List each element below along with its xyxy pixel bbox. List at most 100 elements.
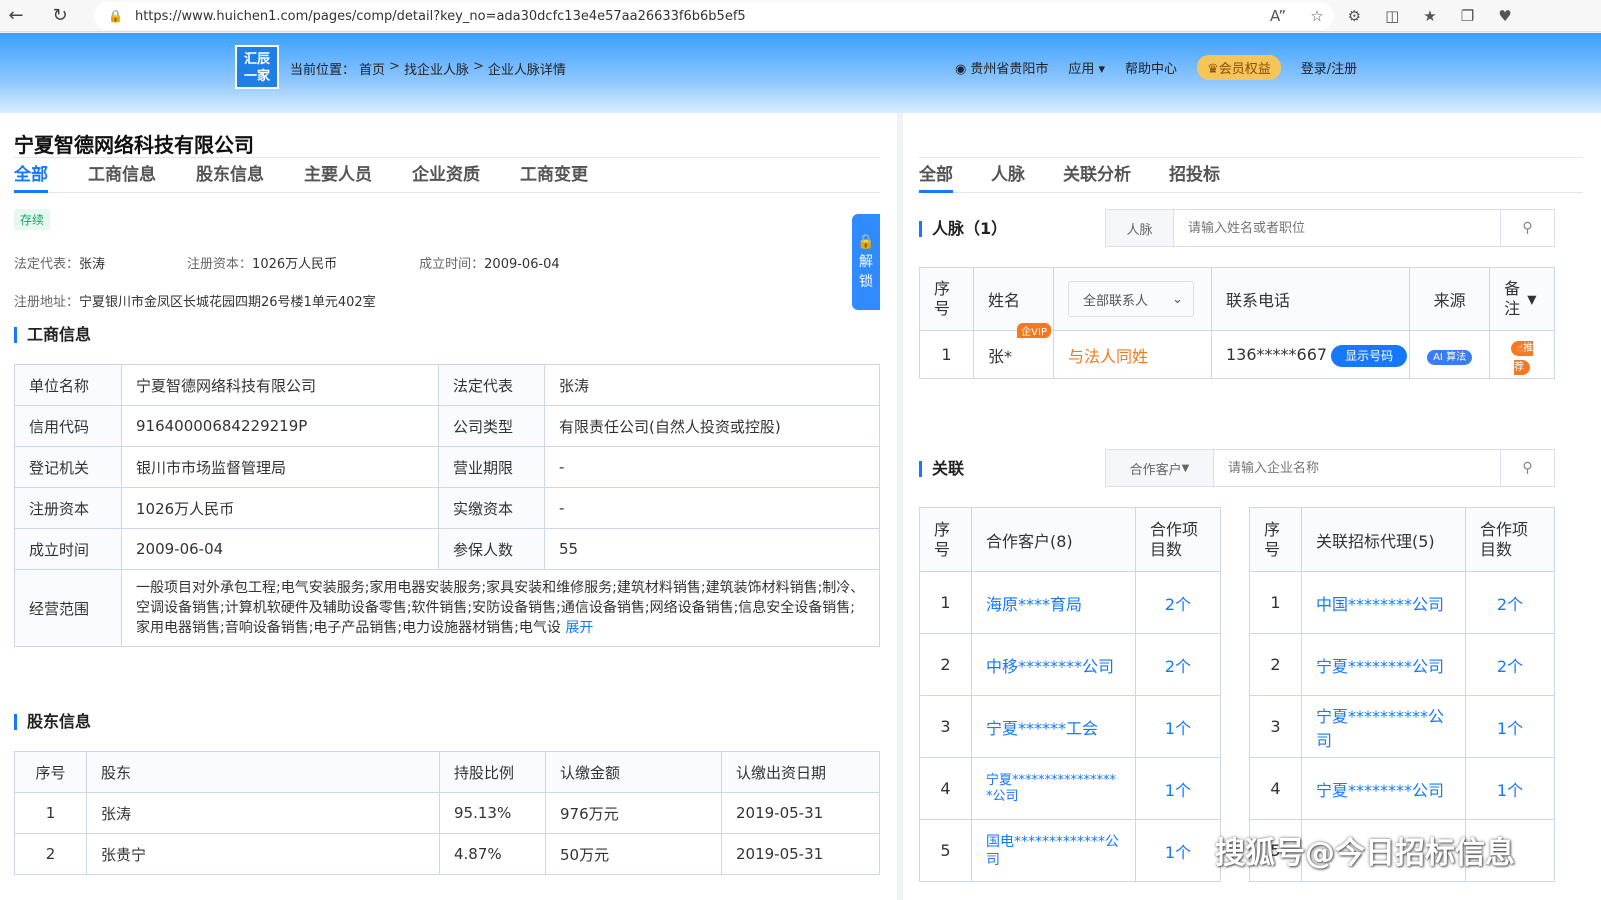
- search-icon[interactable]: ⚲: [1500, 450, 1554, 486]
- breadcrumb-find[interactable]: 找企业人脉: [404, 59, 469, 78]
- project-count-link[interactable]: 1个: [1465, 695, 1555, 758]
- read-aloud-icon[interactable]: A”: [1270, 7, 1286, 25]
- breadcrumb-current: 企业人脉详情: [487, 63, 566, 78]
- table-cell: ☝推荐: [1489, 330, 1555, 379]
- table-header: 合作客户(8): [971, 507, 1136, 572]
- shareholder-section-title: 股东信息: [14, 714, 91, 730]
- project-count-link[interactable]: 2个: [1465, 633, 1555, 696]
- table-cell: 50万元: [545, 833, 722, 875]
- table-cell: 976万元: [545, 792, 722, 834]
- split-screen-icon[interactable]: ◫: [1385, 7, 1399, 25]
- client-link[interactable]: 海原****育局: [971, 571, 1136, 634]
- project-count-link[interactable]: 2个: [1135, 633, 1221, 696]
- table-row: 1 海原****育局 2个: [919, 571, 1221, 634]
- favorites-list-icon[interactable]: ★: [1423, 7, 1436, 25]
- project-count-link[interactable]: 2个: [1135, 571, 1221, 634]
- table-header: 股东: [86, 751, 440, 793]
- health-icon[interactable]: ♥: [1498, 7, 1511, 25]
- table-header[interactable]: 备注 ▼: [1489, 267, 1555, 331]
- tab-business[interactable]: 工商信息: [88, 157, 156, 193]
- prefix-text: 合作客户: [1129, 462, 1182, 478]
- collections-icon[interactable]: ❐: [1461, 7, 1474, 25]
- table-header: 合作项目数: [1135, 507, 1221, 572]
- capital-summary: 注册资本：1026万人民币: [187, 253, 337, 272]
- table-cell: 95.13%: [439, 792, 546, 834]
- phone-number: 136*****667: [1226, 345, 1328, 364]
- capital-value: 1026万人民币: [252, 257, 338, 272]
- tab-all-network[interactable]: 全部: [919, 157, 953, 193]
- login-link[interactable]: 登录/注册: [1301, 58, 1357, 77]
- network-panel: 全部 人脉 关联分析 招投标 人脉（1） 人脉 ⚲ 序号 姓名 全部联系人 ⌄ 联…: [903, 113, 1601, 900]
- table-cell: 3: [1249, 695, 1302, 758]
- show-number-button[interactable]: 显示号码: [1331, 345, 1408, 367]
- project-count-link[interactable]: 1个: [1135, 695, 1221, 758]
- business-scope-cell: 一般项目对外承包工程;电气安装服务;家用电器安装服务;家具安装和维修服务;建筑材…: [121, 569, 880, 647]
- agent-link[interactable]: 宁夏********公司: [1301, 633, 1466, 696]
- agent-link[interactable]: 宁夏********公司: [1301, 757, 1466, 820]
- relation-search-input[interactable]: [1214, 450, 1500, 486]
- tab-relation-analysis[interactable]: 关联分析: [1063, 157, 1131, 193]
- unlock-label: 解锁: [859, 254, 873, 290]
- table-cell: 136*****667 显示号码: [1210, 330, 1411, 379]
- project-count-link[interactable]: 1个: [1135, 819, 1221, 882]
- table-row: 经营范围 一般项目对外承包工程;电气安装服务;家用电器安装服务;家具安装和维修服…: [14, 569, 880, 647]
- site-header: 汇辰 一家 当前位置： 首页 > 找企业人脉 > 企业人脉详情 ◉ 贵州省贵阳市 …: [0, 33, 1601, 113]
- contacts-search-prefix: 人脉: [1106, 210, 1174, 246]
- table-row: 2 宁夏********公司 2个: [1249, 633, 1555, 696]
- table-header: 序号: [919, 267, 974, 331]
- breadcrumb-home[interactable]: 首页: [359, 59, 385, 78]
- unlock-button[interactable]: 🔒 解锁: [852, 214, 880, 310]
- summary-row: 法定代表：张涛 注册资本：1026万人民币 成立时间：2009-06-04: [14, 253, 642, 272]
- address-bar[interactable]: 🔒 https://www.huichen1.com/pages/comp/de…: [94, 2, 1334, 30]
- table-cell: 55: [544, 528, 880, 570]
- tab-qualifications[interactable]: 企业资质: [412, 157, 480, 193]
- client-link[interactable]: 国电*************公司: [971, 819, 1136, 882]
- table-cell: 4: [919, 757, 972, 820]
- extensions-icon[interactable]: ⚙: [1348, 7, 1361, 25]
- location-text: 贵州省贵阳市: [970, 62, 1049, 77]
- tab-all[interactable]: 全部: [14, 157, 48, 193]
- table-cell: 4.87%: [439, 833, 546, 875]
- agent-link[interactable]: 宁夏**********公司: [1301, 695, 1466, 758]
- tab-bidding[interactable]: 招投标: [1169, 157, 1220, 193]
- table-cell: 1: [919, 330, 974, 379]
- expand-link[interactable]: 展开: [565, 620, 593, 636]
- tab-key-people[interactable]: 主要人员: [304, 157, 372, 193]
- table-cell: 公司类型: [438, 405, 545, 447]
- contacts-search-input[interactable]: [1174, 210, 1500, 246]
- reload-icon[interactable]: ↻: [44, 0, 76, 32]
- project-count-link[interactable]: 2个: [1465, 571, 1555, 634]
- tab-contacts[interactable]: 人脉: [991, 157, 1025, 193]
- back-icon[interactable]: ←: [0, 0, 32, 32]
- agent-link[interactable]: 中国********公司: [1301, 571, 1466, 634]
- vip-benefits-button[interactable]: ♛会员权益: [1197, 55, 1281, 80]
- vip-tag: 企VIP: [1017, 323, 1051, 338]
- table-cell: 张涛: [86, 792, 440, 834]
- favorite-icon[interactable]: ☆: [1310, 7, 1323, 25]
- table-row: 3 宁夏**********公司 1个: [1249, 695, 1555, 758]
- client-link[interactable]: 宁夏******工会: [971, 695, 1136, 758]
- relation-search-prefix[interactable]: 合作客户 ▼: [1106, 450, 1214, 486]
- business-scope-text: 一般项目对外承包工程;电气安装服务;家用电器安装服务;家具安装和维修服务;建筑材…: [136, 580, 865, 636]
- client-link[interactable]: 宁夏*****************公司: [971, 757, 1136, 820]
- company-panel: 宁夏智德网络科技有限公司 全部 工商信息 股东信息 主要人员 企业资质 工商变更…: [0, 113, 897, 900]
- apps-menu[interactable]: 应用 ▾: [1068, 58, 1105, 77]
- contact-filter-select[interactable]: 全部联系人 ⌄: [1068, 281, 1194, 317]
- logo-line1: 汇辰: [243, 52, 270, 67]
- location-selector[interactable]: ◉ 贵州省贵阳市: [955, 58, 1048, 77]
- tab-changes[interactable]: 工商变更: [520, 157, 588, 193]
- search-icon[interactable]: ⚲: [1500, 210, 1554, 246]
- project-count-link[interactable]: 1个: [1135, 757, 1221, 820]
- table-header-row: 序号 姓名 全部联系人 ⌄ 联系电话 来源 备注 ▼: [919, 267, 1555, 331]
- table-cell: 2019-05-31: [721, 792, 880, 834]
- help-center-link[interactable]: 帮助中心: [1125, 58, 1177, 77]
- site-logo[interactable]: 汇辰 一家: [235, 45, 279, 89]
- founded-summary: 成立时间：2009-06-04: [419, 253, 560, 272]
- table-cell: -: [544, 487, 880, 529]
- caret-down-icon: ▼: [1181, 462, 1190, 474]
- agents-table: 序号 关联招标代理(5) 合作项目数 1 中国********公司 2个 2 宁夏**…: [1249, 507, 1555, 882]
- table-cell: 参保人数: [438, 528, 545, 570]
- project-count-link[interactable]: 1个: [1465, 757, 1555, 820]
- tab-shareholders[interactable]: 股东信息: [196, 157, 264, 193]
- client-link[interactable]: 中移********公司: [971, 633, 1136, 696]
